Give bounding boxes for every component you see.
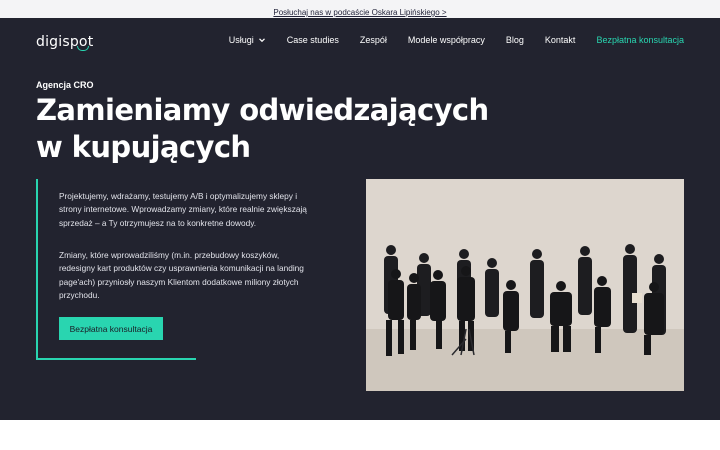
nav-item-blog[interactable]: Blog <box>506 35 524 45</box>
logo[interactable]: digispot <box>36 32 93 52</box>
headline-line-1: Zamieniamy odwiedzających <box>36 93 489 127</box>
announcement-bar: Posłuchaj nas w podcaście Oskara Lipińsk… <box>0 0 720 18</box>
intro-box: Projektujemy, wdrażamy, testujemy A/B i … <box>36 179 307 360</box>
nav-item-zespol[interactable]: Zespół <box>360 35 387 45</box>
logo-mark-icon <box>77 46 89 51</box>
intro-paragraph-1: Projektujemy, wdrażamy, testujemy A/B i … <box>59 191 307 228</box>
free-consultation-button[interactable]: Bezpłatna konsultacja <box>59 317 163 340</box>
team-photo-image <box>366 179 684 391</box>
podcast-link[interactable]: Posłuchaj nas w podcaście Oskara Lipińsk… <box>273 8 446 17</box>
hero-section: digispot Usługi Case studies Zespół Mode… <box>0 18 720 420</box>
nav-item-uslugi[interactable]: Usługi <box>229 35 266 45</box>
nav-item-case-studies[interactable]: Case studies <box>287 35 339 45</box>
nav-item-label: Usługi <box>228 35 254 45</box>
nav-item-modele-wspolpracy[interactable]: Modele współpracy <box>408 35 485 45</box>
eyebrow-label: Agencja CRO <box>36 80 94 90</box>
intro-paragraph-2: Zmiany, które wprowadziliśmy (m.in. prze… <box>59 250 304 301</box>
nav-item-free-consultation[interactable]: Bezpłatna konsultacja <box>596 35 684 45</box>
team-photo <box>366 179 684 391</box>
nav-item-kontakt[interactable]: Kontakt <box>545 35 576 45</box>
chevron-down-icon <box>258 38 265 43</box>
headline-line-2: w kupujących <box>36 130 251 164</box>
main-nav: Usługi Case studies Zespół Modele współp… <box>229 35 684 45</box>
page-title: Zamieniamy odwiedzających w kupujących <box>36 92 536 166</box>
